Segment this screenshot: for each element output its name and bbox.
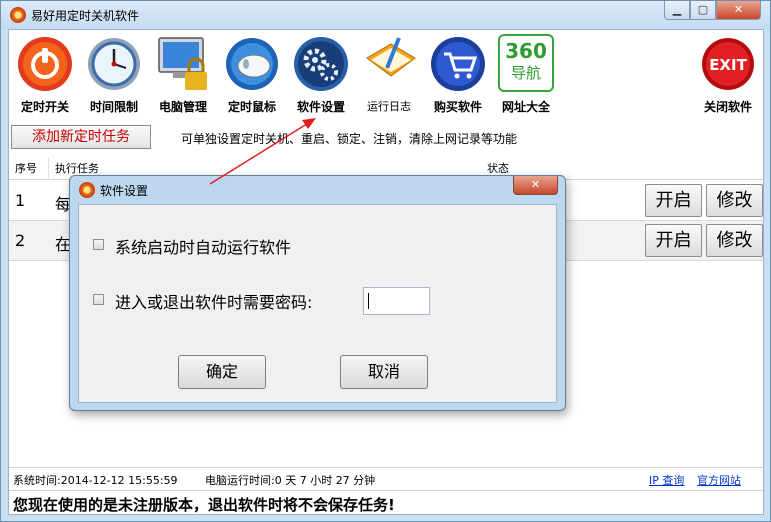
- unregistered-warning: 您现在使用的是未注册版本，退出软件时将不会保存任务!: [13, 496, 395, 514]
- edit-task-button[interactable]: 修改: [706, 184, 763, 217]
- row-number: 2: [15, 231, 26, 250]
- header-no: 序号: [9, 158, 49, 180]
- password-input[interactable]: [363, 287, 430, 315]
- notebook-icon: [366, 37, 416, 77]
- clock-icon: [88, 38, 140, 90]
- start-task-button[interactable]: 开启: [645, 184, 702, 217]
- dialog-close-button[interactable]: ✕: [513, 176, 558, 195]
- autostart-label[interactable]: 系统启动时自动运行软件: [115, 234, 291, 258]
- app-logo-icon: [10, 7, 26, 23]
- cart-icon: [431, 37, 485, 91]
- edit-task-button[interactable]: 修改: [706, 224, 763, 257]
- settings-dialog: 软件设置 ✕ 系统启动时自动运行软件 进入或退出软件时需要密码: 确定 取消: [69, 175, 566, 411]
- maximize-button[interactable]: ▢: [690, 1, 716, 20]
- unregistered-warning-bar: 您现在使用的是未注册版本，退出软件时将不会保存任务!: [9, 490, 763, 514]
- tool-label: 网址大全: [501, 100, 550, 114]
- nav-badge-top: 360: [505, 39, 547, 63]
- dialog-title: 软件设置: [100, 184, 149, 198]
- official-site-link[interactable]: 官方网站: [697, 472, 741, 488]
- dialog-logo-icon: [79, 182, 95, 198]
- system-time: 系统时间:2014-12-12 15:55:59: [13, 474, 178, 487]
- tool-buy-software[interactable]: 购买软件: [423, 34, 493, 118]
- nav-badge-bottom: 导航: [510, 64, 541, 82]
- mouse-icon: [226, 38, 278, 90]
- cancel-button[interactable]: 取消: [340, 355, 428, 389]
- ok-button[interactable]: 确定: [178, 355, 266, 389]
- minimize-button[interactable]: ▁: [664, 1, 690, 20]
- start-task-button[interactable]: 开启: [645, 224, 702, 257]
- 360-nav-icon: 360 导航: [498, 34, 554, 92]
- exit-badge: EXIT: [709, 56, 747, 74]
- tool-pc-manage[interactable]: 电脑管理: [148, 34, 218, 118]
- feature-hint: 可单独设置定时关机、重启、锁定、注销，清除上网记录等功能: [181, 132, 518, 146]
- tool-close-software[interactable]: EXIT 关闭软件: [693, 34, 763, 118]
- title-bar[interactable]: 易好用定时关机软件 ▁ ▢ ✕: [1, 1, 770, 29]
- autostart-checkbox[interactable]: [93, 239, 104, 250]
- tool-timed-mouse[interactable]: 定时鼠标: [217, 34, 287, 118]
- close-button[interactable]: ✕: [716, 1, 761, 20]
- window-title: 易好用定时关机软件: [31, 9, 140, 23]
- tool-time-limit[interactable]: 时间限制: [79, 34, 149, 118]
- password-label[interactable]: 进入或退出软件时需要密码:: [115, 289, 312, 313]
- tool-software-settings[interactable]: 软件设置: [286, 34, 356, 118]
- action-row: 添加新定时任务 可单独设置定时关机、重启、锁定、注销，清除上网记录等功能: [9, 122, 763, 152]
- power-icon: [18, 37, 72, 91]
- tool-url-directory[interactable]: 360 导航 网址大全: [491, 34, 561, 118]
- add-task-button[interactable]: 添加新定时任务: [11, 125, 151, 149]
- gears-icon: [294, 37, 348, 91]
- ip-query-link[interactable]: IP 查询: [649, 472, 684, 488]
- tool-timed-switch[interactable]: 定时开关: [10, 34, 80, 118]
- status-bar: 系统时间:2014-12-12 15:55:59 电脑运行时间:0 天 7 小时…: [9, 467, 763, 489]
- password-checkbox[interactable]: [93, 294, 104, 305]
- tool-run-log[interactable]: 运行日志: [354, 34, 424, 118]
- uptime: 电脑运行时间:0 天 7 小时 27 分钟: [205, 474, 376, 487]
- row-number: 1: [15, 191, 26, 210]
- dialog-body: 系统启动时自动运行软件 进入或退出软件时需要密码: 确定 取消: [78, 204, 557, 403]
- monitor-lock-icon: [158, 37, 207, 90]
- tool-label: 关闭软件: [703, 100, 752, 114]
